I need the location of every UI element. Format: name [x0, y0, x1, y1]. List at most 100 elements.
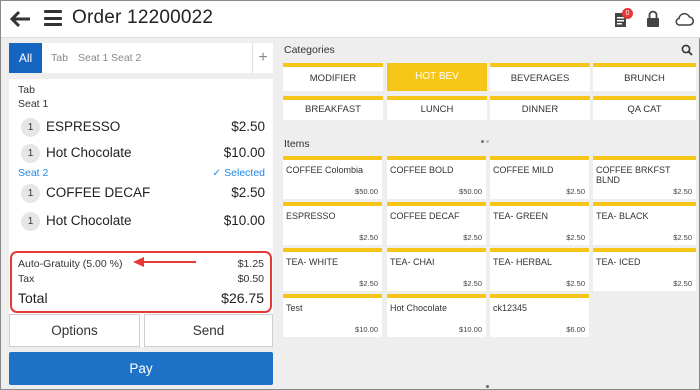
- item-name: ESPRESSO: [46, 119, 121, 134]
- item-name: Hot Chocolate: [46, 145, 132, 160]
- seat-1-label[interactable]: Seat 1: [18, 98, 48, 110]
- product-price: $2.50: [673, 233, 692, 242]
- seat-tabs: All Tab Seat 1 Seat 2 +: [9, 43, 273, 73]
- tab-section-label: Tab: [18, 84, 35, 96]
- product-price: $2.50: [566, 233, 585, 242]
- back-arrow-icon[interactable]: [10, 8, 32, 30]
- cloud-icon[interactable]: [674, 12, 694, 26]
- menu-panel: Categories MODIFIER HOT BEV BEVERAGES BR…: [281, 38, 700, 390]
- items-heading: Items: [284, 138, 310, 150]
- order-item-row[interactable]: 1 COFFEE DECAF $2.50: [21, 183, 265, 205]
- tab-seat-1[interactable]: Seat 1: [78, 43, 108, 73]
- product-name: TEA- ICED: [596, 257, 641, 267]
- product-price: $2.50: [359, 279, 378, 288]
- product-name: TEA- GREEN: [493, 211, 549, 221]
- tax-value: $0.50: [237, 273, 264, 285]
- product-name: COFFEE MILD: [493, 165, 554, 175]
- product-name: COFFEE BOLD: [390, 165, 454, 175]
- product-name: COFFEE BRKFST BLND: [596, 165, 671, 185]
- item-quantity: 1: [21, 212, 40, 231]
- product-tile[interactable]: COFFEE Colombia $50.00: [283, 156, 382, 199]
- order-items-list: Tab Seat 1 1 ESPRESSO $2.50 1 Hot Chocol…: [9, 79, 273, 347]
- product-price: $10.00: [355, 325, 378, 334]
- product-name: Test: [286, 303, 303, 313]
- product-tile[interactable]: COFFEE DECAF $2.50: [387, 202, 486, 245]
- item-quantity: 1: [21, 118, 40, 137]
- product-tile[interactable]: Test $10.00: [283, 294, 382, 337]
- item-price: $2.50: [231, 185, 265, 200]
- gratuity-label: Auto-Gratuity (5.00 %): [18, 258, 123, 270]
- app-frame: Order 12200022 0 All Tab Seat 1 Seat 2 +…: [0, 0, 700, 390]
- category-lunch[interactable]: LUNCH: [387, 96, 487, 120]
- search-icon[interactable]: [681, 44, 693, 56]
- product-tile[interactable]: Hot Chocolate $10.00: [387, 294, 486, 337]
- product-tile[interactable]: TEA- CHAI $2.50: [387, 248, 486, 291]
- gratuity-value: $1.25: [237, 258, 264, 270]
- total-value: $26.75: [221, 290, 264, 306]
- order-panel: All Tab Seat 1 Seat 2 + Tab Seat 1 1 ESP…: [1, 38, 281, 390]
- product-name: COFFEE Colombia: [286, 165, 364, 175]
- product-tile[interactable]: TEA- BLACK $2.50: [593, 202, 696, 245]
- category-brunch[interactable]: BRUNCH: [593, 63, 696, 91]
- item-name: Hot Chocolate: [46, 213, 132, 228]
- seat-2-label[interactable]: Seat 2: [18, 167, 48, 179]
- menu-icon[interactable]: [44, 10, 62, 26]
- category-hot-bev[interactable]: HOT BEV: [387, 63, 487, 91]
- item-quantity: 1: [21, 144, 40, 163]
- product-price: $2.50: [673, 279, 692, 288]
- options-button[interactable]: Options: [9, 314, 140, 347]
- product-price: $2.50: [463, 233, 482, 242]
- totals-summary: Auto-Gratuity (5.00 %) $1.25 Tax $0.50 T…: [10, 251, 272, 313]
- category-modifier[interactable]: MODIFIER: [283, 63, 383, 91]
- product-price: $2.50: [566, 187, 585, 196]
- product-name: TEA- CHAI: [390, 257, 435, 267]
- product-name: Hot Chocolate: [390, 303, 448, 313]
- categories-heading: Categories: [284, 44, 335, 56]
- arrow-annotation: [133, 257, 196, 267]
- notification-badge: 0: [622, 8, 633, 19]
- product-price: $2.50: [463, 279, 482, 288]
- product-tile[interactable]: TEA- HERBAL $2.50: [490, 248, 589, 291]
- order-item-row[interactable]: 1 ESPRESSO $2.50: [21, 117, 265, 139]
- order-item-row[interactable]: 1 Hot Chocolate $10.00: [21, 211, 265, 233]
- category-breakfast[interactable]: BREAKFAST: [283, 96, 383, 120]
- product-tile[interactable]: ESPRESSO $2.50: [283, 202, 382, 245]
- product-tile[interactable]: TEA- ICED $2.50: [593, 248, 696, 291]
- product-name: TEA- WHITE: [286, 257, 338, 267]
- product-name: TEA- HERBAL: [493, 257, 553, 267]
- product-price: $2.50: [673, 187, 692, 196]
- scroll-indicator: [486, 385, 489, 388]
- tab-all[interactable]: All: [9, 43, 42, 73]
- product-tile[interactable]: ck12345 $6.00: [490, 294, 589, 337]
- product-price: $2.50: [359, 233, 378, 242]
- tab-tab[interactable]: Tab: [51, 43, 68, 73]
- product-tile[interactable]: TEA- WHITE $2.50: [283, 248, 382, 291]
- lock-icon[interactable]: [646, 10, 660, 28]
- tax-label: Tax: [18, 273, 35, 285]
- product-name: ESPRESSO: [286, 211, 336, 221]
- product-tile[interactable]: COFFEE MILD $2.50: [490, 156, 589, 199]
- product-tile[interactable]: TEA- GREEN $2.50: [490, 202, 589, 245]
- category-qa-cat[interactable]: QA CAT: [593, 96, 696, 120]
- product-name: COFFEE DECAF: [390, 211, 460, 221]
- product-tile[interactable]: COFFEE BRKFST BLND $2.50: [593, 156, 696, 199]
- item-price: $2.50: [231, 119, 265, 134]
- send-button[interactable]: Send: [144, 314, 273, 347]
- total-label: Total: [18, 290, 48, 306]
- product-price: $50.00: [355, 187, 378, 196]
- item-price: $10.00: [223, 145, 265, 160]
- product-price: $6.00: [566, 325, 585, 334]
- product-tile[interactable]: COFFEE BOLD $50.00: [387, 156, 486, 199]
- pay-button[interactable]: Pay: [9, 352, 273, 385]
- page-title: Order 12200022: [72, 7, 214, 28]
- product-name: TEA- BLACK: [596, 211, 649, 221]
- tab-seat-2[interactable]: Seat 2: [111, 43, 141, 73]
- item-price: $10.00: [223, 213, 265, 228]
- category-beverages[interactable]: BEVERAGES: [490, 63, 590, 91]
- product-name: ck12345: [493, 303, 528, 313]
- category-dinner[interactable]: DINNER: [490, 96, 590, 120]
- add-seat-button[interactable]: +: [252, 43, 273, 73]
- item-quantity: 1: [21, 184, 40, 203]
- top-bar: Order 12200022 0: [1, 1, 700, 38]
- order-item-row[interactable]: 1 Hot Chocolate $10.00: [21, 143, 265, 165]
